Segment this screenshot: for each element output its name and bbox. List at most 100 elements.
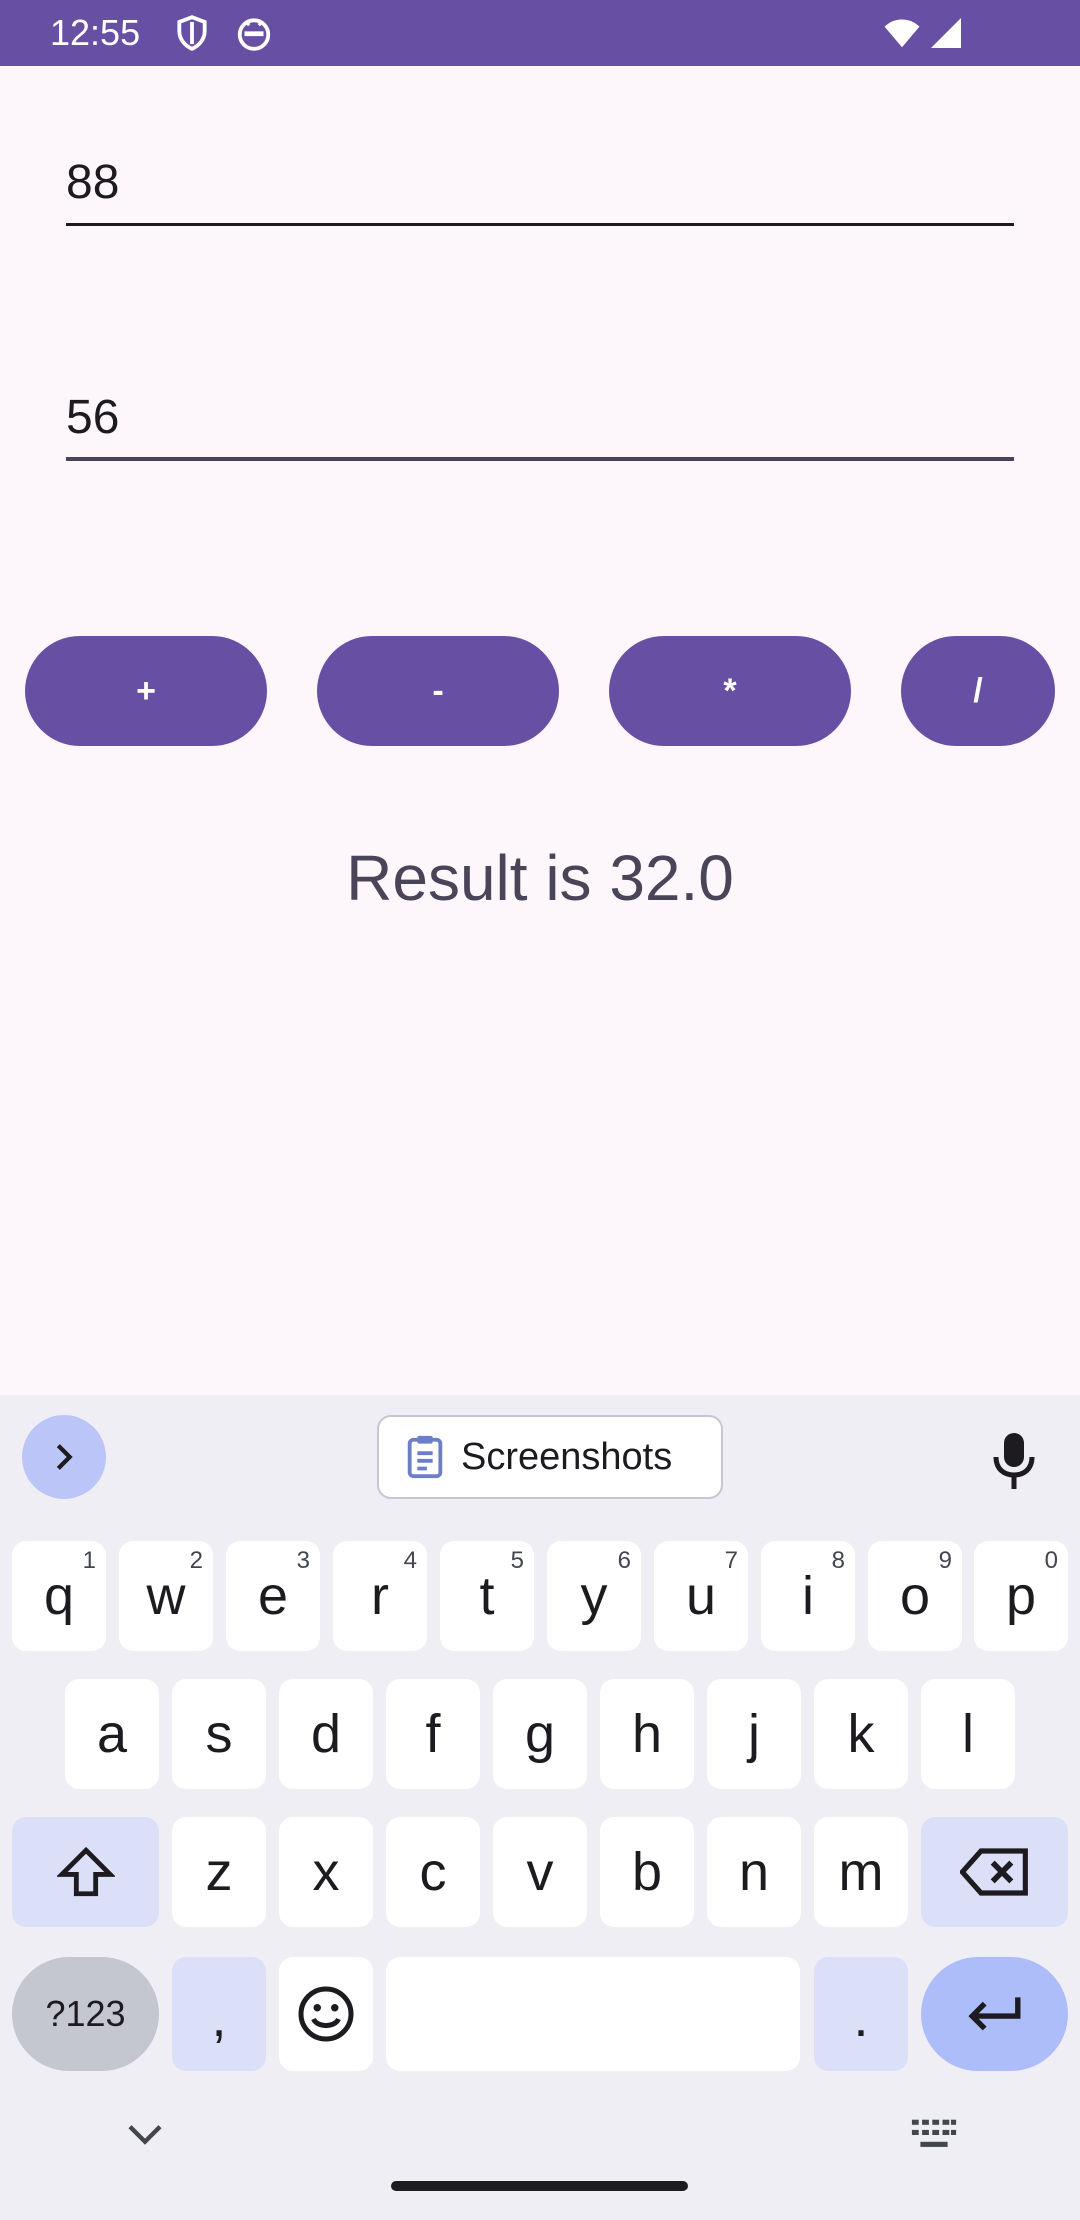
key-label: d: [310, 1704, 342, 1764]
clipboard-suggestion-chip[interactable]: Screenshots: [377, 1415, 723, 1499]
key-label: k: [847, 1704, 875, 1764]
key-label: q: [43, 1566, 75, 1626]
emoji-key[interactable]: [279, 1957, 373, 2071]
key-label: b: [631, 1842, 663, 1902]
hide-keyboard-icon[interactable]: [125, 2120, 165, 2150]
chip-label: Screenshots: [461, 1435, 673, 1478]
chevron-right-icon: [56, 1444, 73, 1470]
shift-icon: [56, 1846, 115, 1897]
key-label: t: [479, 1566, 495, 1626]
first-number-input[interactable]: [66, 146, 1014, 218]
key-label: j: [748, 1704, 760, 1764]
key-label: u: [685, 1566, 717, 1626]
key-label: x: [312, 1842, 340, 1902]
key-u[interactable]: u7: [654, 1541, 748, 1651]
key-o[interactable]: o9: [868, 1541, 962, 1651]
keyboard-switcher-icon[interactable]: [910, 2118, 958, 2152]
first-number-underline: [66, 223, 1014, 226]
calculator-screen: + - * / Result is 32.0: [0, 66, 1080, 1396]
key-r[interactable]: r4: [333, 1541, 427, 1651]
key-f[interactable]: f: [386, 1679, 480, 1789]
key-n[interactable]: n: [707, 1817, 801, 1927]
enter-key[interactable]: [921, 1957, 1068, 2071]
signal-icon: [931, 18, 961, 48]
shift-key[interactable]: [12, 1817, 159, 1927]
enter-icon: [967, 1997, 1020, 2031]
key-label: l: [962, 1704, 974, 1764]
key-hint: 5: [510, 1547, 524, 1574]
key-k[interactable]: k: [814, 1679, 908, 1789]
add-button[interactable]: +: [25, 636, 267, 746]
symbols-key[interactable]: ?123: [12, 1957, 159, 2071]
second-number-underline: [66, 457, 1014, 461]
key-i[interactable]: i8: [761, 1541, 855, 1651]
key-g[interactable]: g: [493, 1679, 587, 1789]
keyboard-expand-button[interactable]: [22, 1415, 106, 1499]
key-w[interactable]: w2: [119, 1541, 213, 1651]
key-label: a: [96, 1704, 128, 1764]
comma-key[interactable]: ,: [172, 1957, 266, 2071]
key-hint: 9: [938, 1547, 952, 1574]
key-m[interactable]: m: [814, 1817, 908, 1927]
key-j[interactable]: j: [707, 1679, 801, 1789]
key-label: o: [899, 1566, 931, 1626]
key-y[interactable]: y6: [547, 1541, 641, 1651]
backspace-icon: [959, 1848, 1028, 1896]
key-label: i: [802, 1566, 814, 1626]
key-label: g: [524, 1704, 556, 1764]
key-v[interactable]: v: [493, 1817, 587, 1927]
divide-button[interactable]: /: [901, 636, 1055, 746]
clipboard-icon: [407, 1435, 443, 1479]
first-number-field[interactable]: [66, 146, 1014, 226]
key-hint: 2: [189, 1547, 203, 1574]
key-b[interactable]: b: [600, 1817, 694, 1927]
second-number-field[interactable]: [66, 381, 1014, 461]
key-hint: 4: [403, 1547, 417, 1574]
robot-face-icon: [237, 18, 271, 51]
key-x[interactable]: x: [279, 1817, 373, 1927]
status-bar: 12:55: [0, 0, 1080, 66]
key-p[interactable]: p0: [974, 1541, 1068, 1651]
key-label: c: [419, 1842, 447, 1902]
key-label: n: [738, 1842, 770, 1902]
key-d[interactable]: d: [279, 1679, 373, 1789]
result-text: Result is 32.0: [346, 842, 734, 914]
shield-icon: [177, 15, 207, 51]
status-time: 12:55: [50, 12, 141, 53]
key-hint: 8: [831, 1547, 845, 1574]
key-label: z: [205, 1842, 233, 1902]
key-hint: 3: [296, 1547, 310, 1574]
key-hint: 7: [724, 1547, 738, 1574]
key-z[interactable]: z: [172, 1817, 266, 1927]
key-hint: 6: [617, 1547, 631, 1574]
key-label: h: [631, 1704, 663, 1764]
key-h[interactable]: h: [600, 1679, 694, 1789]
backspace-key[interactable]: [921, 1817, 1068, 1927]
home-gesture-bar[interactable]: [391, 2181, 688, 2191]
key-hint: 0: [1044, 1547, 1058, 1574]
key-s[interactable]: s: [172, 1679, 266, 1789]
emoji-icon: [298, 1986, 354, 2042]
key-t[interactable]: t5: [440, 1541, 534, 1651]
wifi-icon: [884, 19, 920, 48]
key-label: y: [580, 1566, 608, 1626]
key-l[interactable]: l: [921, 1679, 1015, 1789]
key-q[interactable]: q1: [12, 1541, 106, 1651]
multiply-button[interactable]: *: [609, 636, 851, 746]
key-hint: 1: [82, 1547, 96, 1574]
space-key[interactable]: [386, 1957, 800, 2071]
key-label: w: [146, 1566, 186, 1626]
on-screen-keyboard: Screenshots q1 w2 e3 r4 t5 y6 u7 i8 o9 p…: [0, 1395, 1080, 2220]
second-number-input[interactable]: [66, 381, 1014, 453]
subtract-button[interactable]: -: [317, 636, 559, 746]
key-e[interactable]: e3: [226, 1541, 320, 1651]
key-label: p: [1005, 1566, 1037, 1626]
key-label: m: [838, 1842, 884, 1902]
microphone-icon[interactable]: [990, 1431, 1038, 1491]
key-label: s: [205, 1704, 233, 1764]
key-label: r: [371, 1566, 389, 1626]
key-label: f: [425, 1704, 441, 1764]
key-c[interactable]: c: [386, 1817, 480, 1927]
key-a[interactable]: a: [65, 1679, 159, 1789]
period-key[interactable]: .: [814, 1957, 908, 2071]
